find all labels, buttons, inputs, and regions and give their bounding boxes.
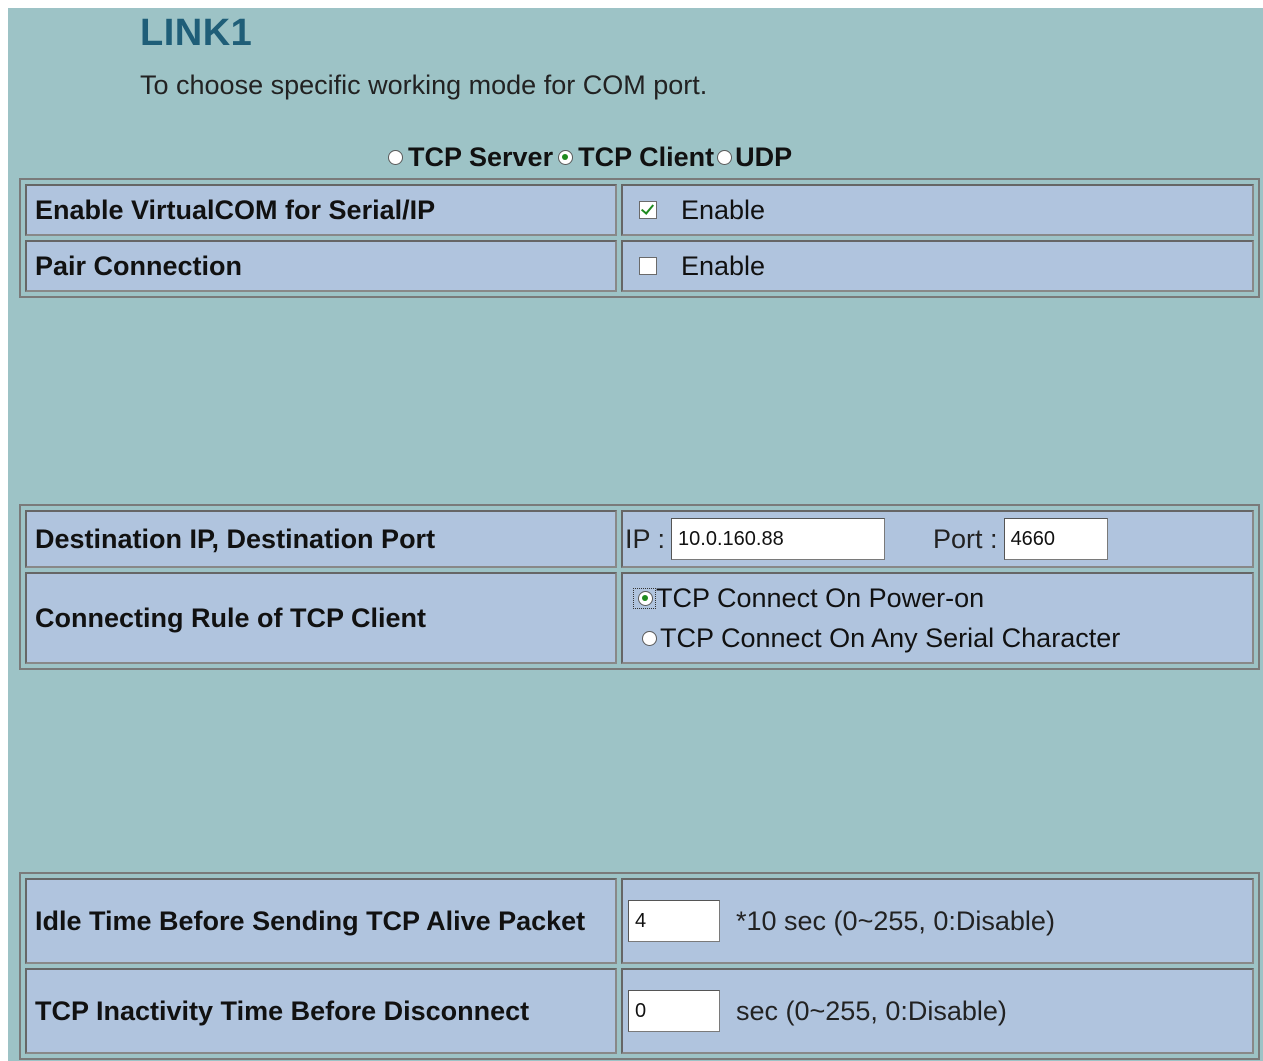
- row-value-connecting-rule: TCP Connect On Power-on TCP Connect On A…: [621, 572, 1254, 664]
- mode-option-tcp-server[interactable]: TCP Server: [383, 142, 553, 173]
- page-subtitle: To choose specific working mode for COM …: [140, 70, 708, 100]
- row-label-idle-time: Idle Time Before Sending TCP Alive Packe…: [25, 878, 617, 964]
- mode-option-tcp-client[interactable]: TCP Client: [553, 142, 714, 173]
- radio-tcp-server[interactable]: [388, 150, 403, 165]
- radio-connect-power-on[interactable]: [638, 590, 653, 606]
- row-value-pair-connection: Enable: [621, 240, 1254, 292]
- row-label-pair-connection: Pair Connection: [25, 240, 617, 292]
- row-label-virtualcom: Enable VirtualCOM for Serial/IP: [25, 184, 617, 236]
- table-row: Idle Time Before Sending TCP Alive Packe…: [25, 878, 1254, 964]
- radio-connect-any-serial[interactable]: [642, 630, 657, 646]
- link1-config-page: LINK1 To choose specific working mode fo…: [8, 8, 1263, 1061]
- virtualcom-enable-label: Enable: [681, 194, 766, 225]
- keepalive-table: Idle Time Before Sending TCP Alive Packe…: [19, 872, 1260, 1060]
- virtualcom-enable-checkbox[interactable]: [639, 201, 657, 219]
- radio-tcp-client[interactable]: [558, 150, 574, 165]
- inactivity-time-unit: sec (0~255, 0:Disable): [736, 995, 1007, 1026]
- mode-option-udp[interactable]: UDP: [714, 142, 792, 173]
- mode-label-udp: UDP: [735, 142, 793, 172]
- mode-selector: TCP Server TCP Client UDP: [383, 142, 792, 173]
- mode-label-tcp-server: TCP Server: [408, 142, 554, 172]
- row-value-virtualcom: Enable: [621, 184, 1254, 236]
- table-row: TCP Inactivity Time Before Disconnect 0 …: [25, 968, 1254, 1054]
- idle-time-input[interactable]: 4: [628, 900, 720, 942]
- virtualcom-table: Enable VirtualCOM for Serial/IP Enable P…: [19, 178, 1260, 298]
- row-label-inactivity-time: TCP Inactivity Time Before Disconnect: [25, 968, 617, 1054]
- pair-connection-enable-checkbox[interactable]: [639, 257, 657, 275]
- table-row: Connecting Rule of TCP Client TCP Connec…: [25, 572, 1254, 664]
- destination-table: Destination IP, Destination Port IP : 10…: [19, 504, 1260, 670]
- table-row: Enable VirtualCOM for Serial/IP Enable: [25, 184, 1254, 236]
- row-value-inactivity-time: 0 sec (0~255, 0:Disable): [621, 968, 1254, 1054]
- ip-label: IP :: [625, 523, 666, 554]
- row-label-connecting-rule: Connecting Rule of TCP Client: [25, 572, 617, 664]
- row-value-idle-time: 4 *10 sec (0~255, 0:Disable): [621, 878, 1254, 964]
- radio-udp[interactable]: [717, 150, 733, 165]
- connect-option-any-serial[interactable]: TCP Connect On Any Serial Character: [633, 618, 1252, 658]
- destination-port-input[interactable]: 4660: [1003, 518, 1108, 560]
- table-row: Pair Connection Enable: [25, 240, 1254, 292]
- row-value-destination: IP : 10.0.160.88 Port : 4660: [621, 510, 1254, 568]
- destination-ip-input[interactable]: 10.0.160.88: [671, 518, 886, 560]
- inactivity-time-input[interactable]: 0: [628, 990, 720, 1032]
- page-title: LINK1: [140, 12, 253, 54]
- pair-connection-enable-label: Enable: [681, 250, 766, 281]
- connect-option-power-on[interactable]: TCP Connect On Power-on: [633, 578, 1252, 618]
- row-label-destination: Destination IP, Destination Port: [25, 510, 617, 568]
- port-label: Port :: [933, 523, 998, 554]
- connect-label-any-serial: TCP Connect On Any Serial Character: [660, 623, 1121, 653]
- connect-label-power-on: TCP Connect On Power-on: [656, 583, 985, 613]
- mode-label-tcp-client: TCP Client: [578, 142, 715, 172]
- idle-time-unit: *10 sec (0~255, 0:Disable): [736, 905, 1055, 936]
- table-row: Destination IP, Destination Port IP : 10…: [25, 510, 1254, 568]
